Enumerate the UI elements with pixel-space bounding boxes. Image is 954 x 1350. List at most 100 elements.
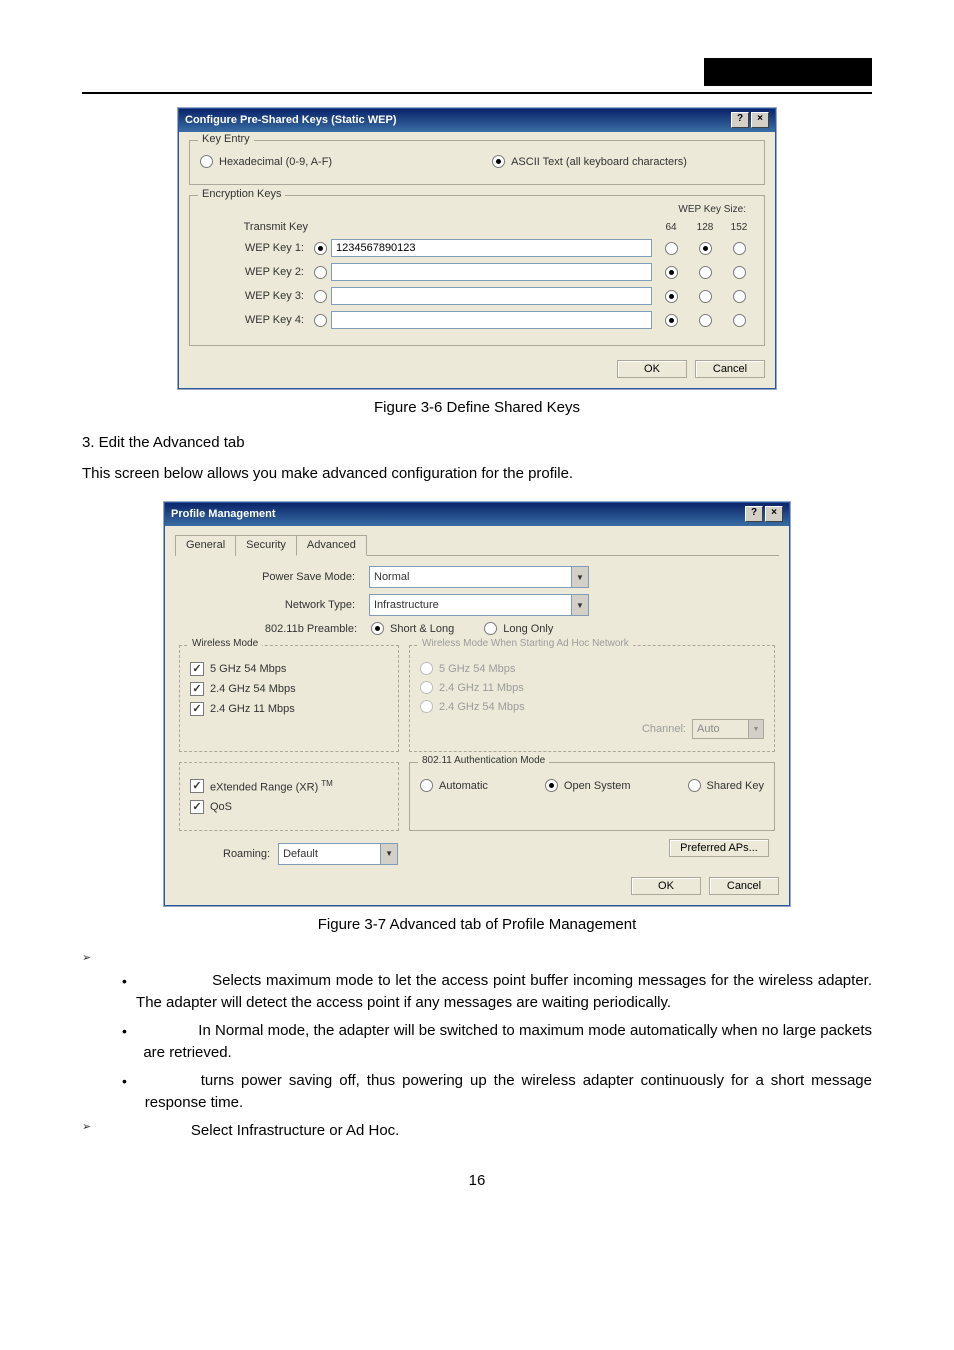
transmit-radio-3[interactable] xyxy=(314,290,327,303)
group-title-key-entry: Key Entry xyxy=(198,133,254,145)
adhoc-title: Wireless Mode When Starting Ad Hoc Netwo… xyxy=(418,638,633,649)
power-save-value: Normal xyxy=(374,571,409,583)
radio-auth-auto[interactable] xyxy=(420,779,433,792)
titlebar-profile: Profile Management ? × xyxy=(165,503,789,526)
wep-key2-input[interactable] xyxy=(331,263,652,281)
wep4-size-128[interactable] xyxy=(699,314,712,327)
label-hex: Hexadecimal (0-9, A-F) xyxy=(219,156,332,168)
tab-general[interactable]: General xyxy=(175,535,236,556)
wep3-size-128[interactable] xyxy=(699,290,712,303)
bullet-text-2: In Normal mode, the adapter will be swit… xyxy=(143,1020,872,1064)
disc-bullet-icon: • xyxy=(122,1020,143,1042)
network-type-label: Network Type: xyxy=(193,599,363,611)
body-intro-text: This screen below allows you make advanc… xyxy=(82,465,872,482)
label-auth-shared: Shared Key xyxy=(707,780,764,792)
chk-xr[interactable] xyxy=(190,779,204,793)
ok-button-1[interactable]: OK xyxy=(617,360,687,378)
wep4-size-64[interactable] xyxy=(665,314,678,327)
channel-label: Channel: xyxy=(642,723,686,735)
label-auth-auto: Automatic xyxy=(439,780,488,792)
radio-auth-open[interactable] xyxy=(545,779,558,792)
label-qos: QoS xyxy=(210,801,232,813)
wep-key-size-label: WEP Key Size: xyxy=(678,204,754,215)
help-button-2[interactable]: ? xyxy=(745,506,763,522)
chk-24ghz-11[interactable] xyxy=(190,702,204,716)
col-128: 128 xyxy=(690,222,720,233)
channel-select: Auto ▼ xyxy=(692,719,764,739)
bullet-text-4: Select Infrastructure or Ad Hoc. xyxy=(99,1120,399,1142)
wep1-size-128[interactable] xyxy=(699,242,712,255)
wep4-size-152[interactable] xyxy=(733,314,746,327)
wep-key4-label: WEP Key 4: xyxy=(200,314,310,326)
wep1-size-152[interactable] xyxy=(733,242,746,255)
chk-5ghz-54[interactable] xyxy=(190,662,204,676)
wep2-size-128[interactable] xyxy=(699,266,712,279)
wep-key4-input[interactable] xyxy=(331,311,652,329)
roaming-value: Default xyxy=(283,848,318,860)
label-auth-open: Open System xyxy=(564,780,631,792)
help-button[interactable]: ? xyxy=(731,112,749,128)
label-24ghz-54: 2.4 GHz 54 Mbps xyxy=(210,683,296,695)
label-short-long: Short & Long xyxy=(390,623,454,635)
auth-title: 802.11 Authentication Mode xyxy=(418,755,549,766)
group-wireless-mode: Wireless Mode 5 GHz 54 Mbps 2.4 GHz 54 M… xyxy=(179,645,399,752)
chevron-down-icon: ▼ xyxy=(571,595,588,615)
ok-button-2[interactable]: OK xyxy=(631,877,701,895)
dialog-preshared-keys: Configure Pre-Shared Keys (Static WEP) ?… xyxy=(178,108,776,389)
wep-key1-label: WEP Key 1: xyxy=(200,242,310,254)
chk-qos[interactable] xyxy=(190,800,204,814)
transmit-radio-1[interactable] xyxy=(314,242,327,255)
wep2-size-64[interactable] xyxy=(665,266,678,279)
label-xr: eXtended Range (XR) TM xyxy=(210,779,333,794)
wep-key1-input[interactable] xyxy=(331,239,652,257)
tab-advanced[interactable]: Advanced xyxy=(296,535,367,556)
roaming-select[interactable]: Default ▼ xyxy=(278,843,398,865)
chk-24ghz-54[interactable] xyxy=(190,682,204,696)
close-button-2[interactable]: × xyxy=(765,506,783,522)
radio-short-long[interactable] xyxy=(371,622,384,635)
label-adhoc-5-54: 5 GHz 54 Mbps xyxy=(439,663,515,675)
group-xr-qos: eXtended Range (XR) TM QoS xyxy=(179,762,399,831)
cancel-button-1[interactable]: Cancel xyxy=(695,360,765,378)
titlebar-title-2: Profile Management xyxy=(171,508,276,520)
wep2-size-152[interactable] xyxy=(733,266,746,279)
label-adhoc-24-11: 2.4 GHz 11 Mbps xyxy=(439,682,524,694)
wep1-size-64[interactable] xyxy=(665,242,678,255)
wireless-mode-title: Wireless Mode xyxy=(188,638,262,649)
tab-security[interactable]: Security xyxy=(235,535,297,556)
bullet-text-1: Selects maximum mode to let the access p… xyxy=(136,970,872,1014)
channel-value: Auto xyxy=(697,723,720,735)
wep3-size-64[interactable] xyxy=(665,290,678,303)
radio-long-only[interactable] xyxy=(484,622,497,635)
label-24ghz-11: 2.4 GHz 11 Mbps xyxy=(210,703,295,715)
titlebar-preshared: Configure Pre-Shared Keys (Static WEP) ?… xyxy=(179,109,775,132)
page-number: 16 xyxy=(82,1172,872,1189)
group-key-entry: Key Entry Hexadecimal (0-9, A-F) ASCII T… xyxy=(189,140,765,185)
network-type-select[interactable]: Infrastructure ▼ xyxy=(369,594,589,616)
radio-adhoc-24-54 xyxy=(420,700,433,713)
chevron-down-icon: ▼ xyxy=(748,720,763,738)
radio-hex[interactable] xyxy=(200,155,213,168)
transmit-radio-2[interactable] xyxy=(314,266,327,279)
radio-ascii[interactable] xyxy=(492,155,505,168)
wep3-size-152[interactable] xyxy=(733,290,746,303)
radio-auth-shared[interactable] xyxy=(688,779,701,792)
cancel-button-2[interactable]: Cancel xyxy=(709,877,779,895)
network-type-value: Infrastructure xyxy=(374,599,439,611)
wep-key3-input[interactable] xyxy=(331,287,652,305)
chevron-down-icon: ▼ xyxy=(571,567,588,587)
preferred-aps-button[interactable]: Preferred APs... xyxy=(669,839,769,857)
close-button[interactable]: × xyxy=(751,112,769,128)
figure-caption-2: Figure 3-7 Advanced tab of Profile Manag… xyxy=(82,916,872,933)
titlebar-title: Configure Pre-Shared Keys (Static WEP) xyxy=(185,114,397,126)
col-64: 64 xyxy=(656,222,686,233)
label-adhoc-24-54: 2.4 GHz 54 Mbps xyxy=(439,701,525,713)
figure-caption-1: Figure 3-6 Define Shared Keys xyxy=(82,399,872,416)
wep-key3-label: WEP Key 3: xyxy=(200,290,310,302)
header-black-bar xyxy=(704,58,872,86)
power-save-select[interactable]: Normal ▼ xyxy=(369,566,589,588)
group-auth-mode: 802.11 Authentication Mode Automatic Ope… xyxy=(409,762,775,831)
transmit-radio-4[interactable] xyxy=(314,314,327,327)
chevron-down-icon: ▼ xyxy=(380,844,397,864)
dialog-profile-management: Profile Management ? × General Security … xyxy=(164,502,790,906)
